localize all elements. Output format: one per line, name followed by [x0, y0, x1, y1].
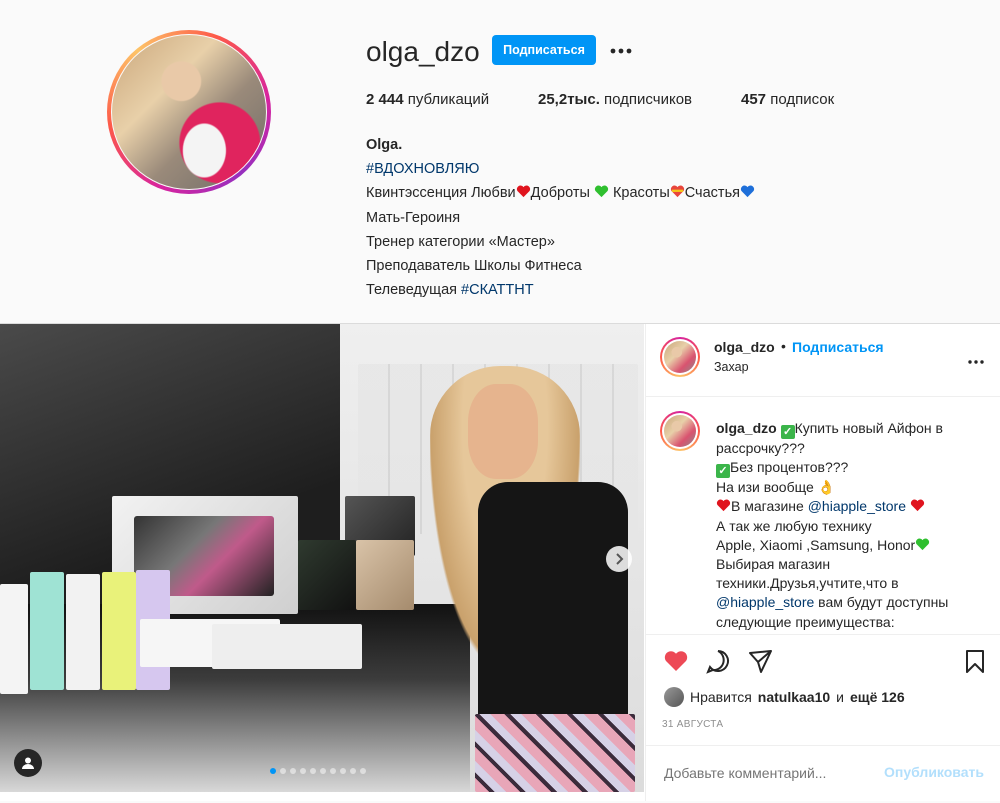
- post-location[interactable]: Захар: [714, 360, 749, 374]
- bio-line-5: Телеведущая #СКАТТНТ: [366, 282, 534, 299]
- carousel-dot: [330, 768, 336, 774]
- person-top: [478, 482, 628, 722]
- red-heart-icon: [516, 185, 530, 198]
- checkmark-emoji: ✓: [716, 464, 730, 479]
- mention-link[interactable]: @hiapple_store: [808, 498, 906, 514]
- liker-avatar[interactable]: [664, 687, 684, 707]
- posts-stat: 2 444 публикаций: [366, 91, 490, 108]
- next-slide-button[interactable]: [606, 546, 632, 572]
- blue-heart-icon: [740, 185, 755, 198]
- likes-count-link[interactable]: ещё 126: [850, 689, 905, 705]
- post-sidebar: olga_dzo • Подписаться Захар olga_dzo ✓ К…: [645, 324, 1000, 801]
- more-options-icon[interactable]: [609, 36, 633, 62]
- post-modal: olga_dzo • Подписаться Захар olga_dzo ✓ К…: [0, 323, 1000, 801]
- post-header: olga_dzo • Подписаться Захар: [646, 324, 1000, 397]
- person-skirt: [475, 714, 635, 792]
- post-more-icon[interactable]: [968, 348, 984, 369]
- green-heart-icon: [594, 185, 609, 198]
- ok-hand-emoji: 👌: [817, 479, 836, 496]
- carousel-dot: [320, 768, 326, 774]
- bio-hashtag-link[interactable]: #ВДОХНОВЛЯЮ: [366, 157, 755, 181]
- post-author-username[interactable]: olga_dzo: [714, 339, 775, 355]
- publish-button[interactable]: Опубликовать: [884, 764, 984, 780]
- bio-line-4: Преподаватель Школы Фитнеса: [366, 258, 582, 275]
- post-actions: Нравится natulkaa10 и ещё 126 31 АВГУСТА…: [646, 634, 1000, 802]
- carousel-dot: [280, 768, 286, 774]
- carousel-dot: [310, 768, 316, 774]
- red-heart-icon: [716, 499, 731, 512]
- post-follow-link[interactable]: Подписаться: [792, 339, 884, 355]
- bio-line-3: Тренер категории «Мастер»: [366, 233, 555, 250]
- followers-stat[interactable]: 25,2тыс. подписчиков: [538, 91, 692, 108]
- profile-username: olga_dzo: [366, 36, 480, 67]
- caption-author-avatar[interactable]: [660, 411, 700, 451]
- profile-avatar[interactable]: [107, 30, 271, 194]
- post-date[interactable]: 31 АВГУСТА: [662, 719, 723, 730]
- likes-summary: Нравится natulkaa10 и ещё 126: [664, 687, 905, 707]
- carousel-dot: [300, 768, 306, 774]
- profile-full-name: Olga.: [366, 137, 403, 153]
- ribbon-heart-icon: [670, 185, 684, 198]
- post-photo[interactable]: [0, 324, 644, 792]
- following-stat[interactable]: 457 подписок: [741, 91, 834, 108]
- carousel-dot: [270, 768, 276, 774]
- heart-filled-icon[interactable]: [662, 647, 690, 675]
- post-caption: olga_dzo ✓ Купить новый Айфон в рассрочку…: [716, 420, 949, 630]
- profile-bio: Olga. #ВДОХНОВЛЯЮ Квинтэссенция Любви Доб…: [366, 133, 755, 302]
- carousel-dot: [350, 768, 356, 774]
- caption-username[interactable]: olga_dzo: [716, 420, 777, 436]
- mention-link[interactable]: @hiapple_store: [716, 594, 814, 610]
- carousel-dot: [340, 768, 346, 774]
- post-author-avatar[interactable]: [660, 337, 700, 377]
- liker-username[interactable]: natulkaa10: [758, 689, 830, 705]
- green-heart-icon: [916, 538, 930, 550]
- person-face: [468, 384, 538, 479]
- follow-button[interactable]: Подписаться: [492, 35, 596, 65]
- chevron-right-icon: [616, 553, 624, 565]
- profile-photo: [112, 35, 266, 189]
- bio-hashtag-link-2[interactable]: #СКАТТНТ: [461, 282, 534, 298]
- red-heart-icon: [910, 499, 925, 512]
- comment-input[interactable]: [662, 764, 866, 782]
- comment-icon[interactable]: [704, 647, 732, 675]
- iphone-box-1: [298, 540, 356, 610]
- add-comment-bar: Опубликовать: [646, 745, 1000, 803]
- bio-line-2: Мать-Героиня: [366, 209, 461, 226]
- carousel-dot: [360, 768, 366, 774]
- carousel-dot: [290, 768, 296, 774]
- carousel-dots: [270, 768, 366, 774]
- checkmark-emoji: ✓: [780, 425, 795, 439]
- tagged-user-icon[interactable]: [14, 749, 42, 777]
- post-caption-block: olga_dzo ✓ Купить новый Айфон в рассрочку…: [646, 397, 1000, 634]
- iphone-box-2: [356, 540, 414, 610]
- share-icon[interactable]: [746, 647, 774, 675]
- bio-line-1: Квинтэссенция Любви Доброты Красоты Счасть…: [366, 181, 755, 205]
- bookmark-icon[interactable]: [961, 647, 989, 675]
